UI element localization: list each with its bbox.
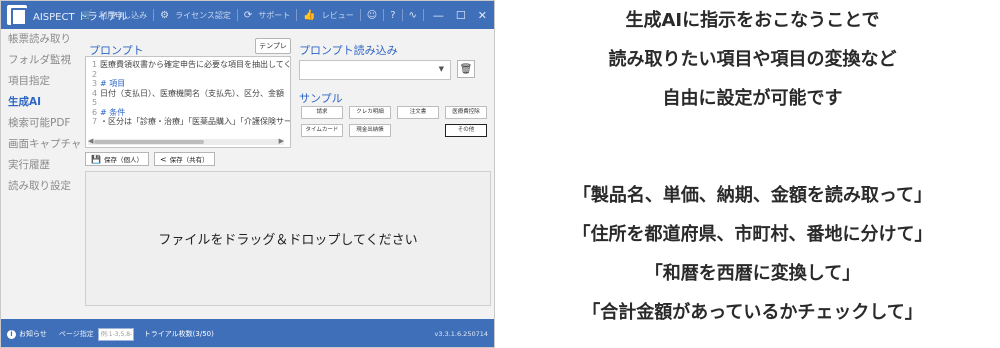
caption-line-3: 自由に設定が可能です [662, 88, 843, 109]
caption-example-4: 「合計金額があっているかチェックして」 [582, 302, 923, 323]
scroll-right-icon[interactable]: ▶ [279, 137, 284, 145]
sample-cashbook-button[interactable]: 現金出納帳 [349, 124, 391, 137]
close-icon[interactable]: ✕ [475, 9, 490, 22]
caption-example-1: 「製品名、単価、納期、金額を読み取って」 [572, 185, 933, 206]
horizontal-scrollbar[interactable]: ◀ ▶ [88, 137, 284, 145]
sidebar-item-searchable-pdf[interactable]: 検索可能PDF [1, 113, 77, 134]
prompt-line: 6 # 条件 [92, 107, 126, 117]
dropzone-text: ファイルをドラッグ＆ドロップしてください [158, 233, 418, 248]
app-window: AISPECT トライアル 🛒 利用申し込み ⚙ ライセンス認定 ⟳ サポート … [0, 0, 495, 348]
sample-other-button[interactable]: その他 [445, 124, 487, 137]
caption-line-1: 生成AIに指示をおこなうことで [625, 10, 880, 31]
sidebar-item-reading-settings[interactable]: 読み取り設定 [1, 176, 77, 197]
apply-link[interactable]: 利用申し込み [99, 10, 147, 21]
review-link[interactable]: レビュー [322, 10, 354, 21]
prompt-load-select[interactable]: ▼ [299, 60, 451, 80]
prompt-line: 4 日付（支払日）、医療機関名（支払先）、区分、金額 [92, 88, 284, 98]
version-label: v3.3.1.6.250714 [434, 330, 488, 338]
prompt-line: 7・区分は「診療・治療」「医薬品購入」「介護保険サービス」 [92, 117, 290, 126]
divider [401, 9, 403, 21]
prompt-load-label: プロンプト読み込み [299, 44, 398, 57]
app-icon [7, 5, 27, 26]
title-toolbar: 🛒 利用申し込み ⚙ ライセンス認定 ⟳ サポート 👍 レビュー ☺ ? ∿ —… [81, 1, 490, 29]
divider [383, 9, 385, 21]
share-icon: < [159, 154, 167, 164]
sidebar-item-form-reading[interactable]: 帳票読み取り [1, 29, 77, 50]
prompt-line: 2 [92, 69, 98, 79]
sidebar-item-folder-watch[interactable]: フォルダ監視 [1, 50, 77, 71]
thumbs-up-icon[interactable]: 👍 [303, 10, 315, 21]
caption-example-2: 「住所を都道府県、市町村、番地に分けて」 [572, 224, 933, 245]
prompt-line: 3 # 項目 [92, 79, 126, 88]
sample-invoice-button[interactable]: 請求 [301, 106, 343, 119]
info-icon: i [7, 329, 16, 339]
caption-panel: 生成AIに指示をおこなうことで 読み取りたい項目や項目の変換など 自由に設定が可… [505, 0, 1000, 348]
support-icon[interactable]: ⟳ [244, 10, 252, 21]
save-shared-button[interactable]: < 保存（共有） [153, 152, 215, 166]
smile-icon[interactable]: ☺ [367, 10, 377, 21]
chevron-down-icon: ▼ [438, 65, 444, 73]
page-spec-input[interactable]: 例:1-3,5,8- [97, 327, 134, 341]
sample-order-button[interactable]: 注文書 [397, 106, 439, 119]
trash-icon[interactable]: 🗑 [457, 60, 475, 78]
divider [153, 9, 155, 21]
file-dropzone[interactable]: ファイルをドラッグ＆ドロップしてください [85, 171, 491, 306]
caption-example-3: 「和暦を西暦に変換して」 [644, 263, 861, 284]
sidebar: 帳票読み取り フォルダ監視 項目指定 生成AI 検索可能PDF 画面キャプチャ … [1, 29, 81, 319]
support-link[interactable]: サポート [258, 10, 290, 21]
divider [359, 9, 361, 21]
save-personal-button[interactable]: 💾 保存（個人） [85, 152, 149, 166]
help-icon[interactable]: ? [390, 10, 395, 21]
sample-credit-card-button[interactable]: クレカ明細 [349, 106, 391, 119]
gear-icon[interactable]: ⚙ [160, 10, 169, 21]
sample-medical-button[interactable]: 医療費控除 [445, 106, 487, 119]
stats-icon[interactable]: ∿ [409, 10, 417, 21]
sample-timecard-button[interactable]: タイムカード [301, 124, 343, 137]
divider [422, 9, 424, 21]
page-spec-label: ページ指定 [58, 330, 94, 338]
license-link[interactable]: ライセンス認定 [175, 10, 231, 21]
prompt-editor[interactable]: 1 医療費領収書から確定申告に必要な項目を抽出してくた 2 3 # 項目 4 日付（支… [85, 56, 291, 148]
save-row: 💾 保存（個人） < 保存（共有） [85, 152, 215, 166]
sidebar-item-field-spec[interactable]: 項目指定 [1, 71, 77, 92]
cart-icon[interactable]: 🛒 [81, 10, 93, 21]
status-bar: i お知らせ ページ指定 例:1-3,5,8- トライアル枚数(3/50) v3… [1, 319, 494, 347]
prompt-line: 5 [92, 98, 98, 107]
notice-button[interactable]: i お知らせ [7, 329, 47, 339]
sample-label: サンプル [299, 92, 343, 105]
title-bar: AISPECT トライアル 🛒 利用申し込み ⚙ ライセンス認定 ⟳ サポート … [1, 1, 494, 29]
maximize-icon[interactable]: ☐ [453, 9, 469, 22]
sidebar-item-history[interactable]: 実行履歴 [1, 155, 77, 176]
save-icon: 💾 [91, 154, 101, 164]
prompt-line: 1 医療費領収書から確定申告に必要な項目を抽出してくた [92, 60, 291, 69]
sidebar-item-generative-ai[interactable]: 生成AI [1, 92, 77, 113]
sidebar-item-screen-capture[interactable]: 画面キャプチャ [1, 134, 81, 155]
scroll-left-icon[interactable]: ◀ [88, 137, 93, 145]
minimize-icon[interactable]: — [430, 9, 447, 22]
template-button[interactable]: テンプレート [255, 38, 291, 64]
trial-count: トライアル枚数(3/50) [143, 330, 214, 338]
divider [236, 9, 238, 21]
divider [296, 9, 298, 21]
scrollbar-thumb[interactable] [94, 140, 204, 144]
caption-line-2: 読み取りたい項目や項目の変換など [608, 49, 897, 70]
